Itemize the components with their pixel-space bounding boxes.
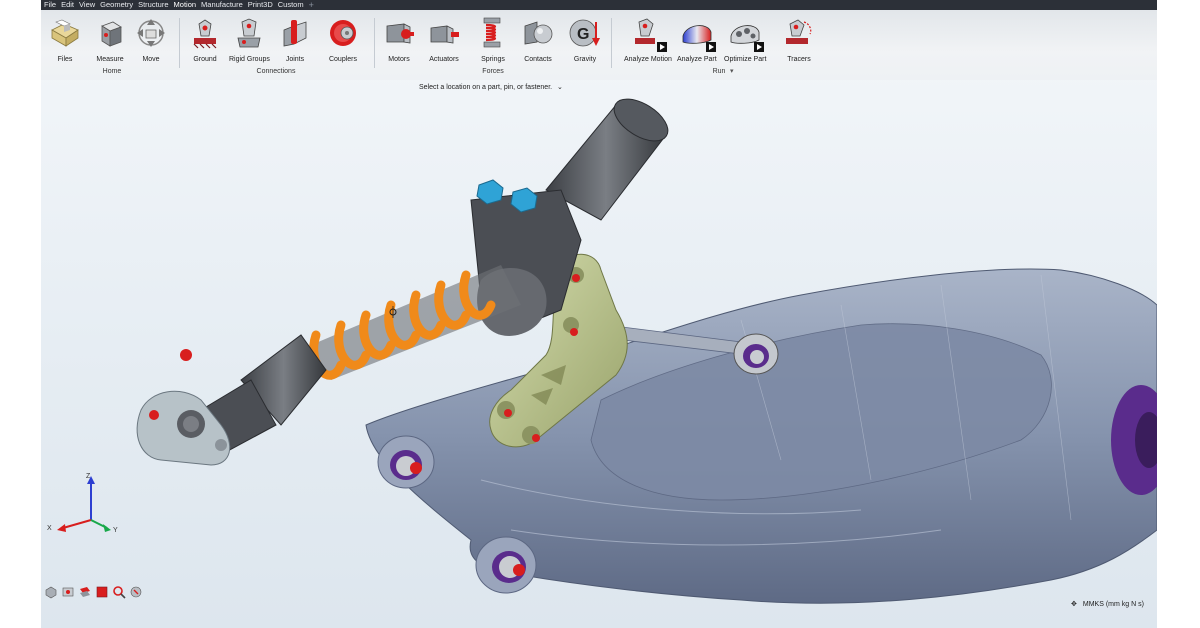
add-tab-icon[interactable]: + (309, 0, 314, 10)
ribbon-group-connections: Ground Rigid Groups Joints Couplers Conn… (181, 10, 373, 80)
rigid-groups-button[interactable]: Rigid Groups (229, 14, 270, 63)
home-group-label: Home (102, 68, 122, 75)
actuators-button[interactable]: Actuators (426, 14, 462, 63)
triad-z-label: Z (86, 473, 91, 480)
ribbon-group-run: Analyze Motion Analyze Part Optimize Par… (613, 10, 813, 80)
gravity-label: Gravity (573, 56, 597, 63)
actuators-label: Actuators (429, 56, 459, 63)
ground-label: Ground (193, 56, 217, 63)
zoom-icon[interactable] (112, 585, 126, 599)
menu-geometry[interactable]: Geometry (100, 0, 133, 10)
couplers-label: Couplers (328, 56, 357, 63)
run-play-icon (656, 42, 667, 52)
triad-y-label: Y (113, 527, 118, 534)
springs-icon (475, 14, 511, 52)
analyze-motion-button[interactable]: Analyze Motion (624, 14, 672, 63)
optimize-part-button[interactable]: Optimize Part (724, 14, 766, 63)
menu-print3d[interactable]: Print3D (248, 0, 273, 10)
files-icon (47, 14, 83, 52)
rigid-groups-label: Rigid Groups (229, 56, 270, 63)
svg-text:G: G (577, 26, 589, 43)
units-icon: ✥ (1071, 601, 1077, 608)
optimize-part-label: Optimize Part (724, 56, 767, 63)
analyze-motion-icon (630, 14, 667, 52)
move-button[interactable]: Move (133, 14, 169, 63)
forces-group-label: Forces (482, 68, 504, 75)
gravity-icon: G (567, 14, 603, 52)
menu-manufacture[interactable]: Manufacture (201, 0, 243, 10)
application-window: File Edit View Geometry Structure Motion… (41, 0, 1157, 628)
ground-icon (187, 14, 223, 52)
menu-bar: File Edit View Geometry Structure Motion… (41, 0, 1157, 11)
view-cube-icon[interactable] (44, 585, 58, 599)
move-icon (133, 14, 169, 52)
menu-custom[interactable]: Custom (278, 0, 304, 10)
run-group-label: Run (712, 68, 726, 75)
zoom-fit-icon[interactable] (61, 585, 75, 599)
move-label: Move (142, 56, 160, 63)
springs-button[interactable]: Springs (475, 14, 511, 63)
joints-icon (277, 14, 313, 52)
triad-x-label: X (47, 525, 52, 532)
menu-edit[interactable]: Edit (61, 0, 74, 10)
rigid-groups-icon (231, 14, 267, 52)
tracers-icon (781, 14, 817, 52)
contacts-button[interactable]: Contacts (520, 14, 556, 63)
connections-group-label: Connections (256, 68, 296, 75)
analyze-motion-label: Analyze Motion (624, 56, 672, 63)
couplers-icon (325, 14, 361, 52)
ribbon-separator (611, 18, 612, 68)
tracers-label: Tracers (787, 56, 811, 63)
motors-button[interactable]: Motors (381, 14, 417, 63)
ground-button[interactable]: Ground (187, 14, 223, 63)
run-expand-icon[interactable]: ▾ (730, 67, 734, 75)
menu-structure[interactable]: Structure (138, 0, 168, 10)
measure-icon (92, 14, 128, 52)
run-play-icon (705, 42, 716, 52)
units-label: MMKS (mm kg N s) (1082, 600, 1144, 608)
motors-label: Motors (388, 56, 410, 63)
front-pivot-lower[interactable] (475, 536, 537, 594)
files-button[interactable]: Files (47, 14, 83, 63)
analyze-part-label: Analyze Part (677, 56, 717, 63)
optimize-part-icon (727, 14, 765, 52)
joints-button[interactable]: Joints (277, 14, 313, 63)
joints-label: Joints (285, 56, 305, 63)
ribbon-group-home: Files Measure Move Home (41, 10, 179, 80)
front-pivot-upper[interactable] (377, 435, 435, 489)
ribbon-separator (179, 18, 180, 68)
menu-file[interactable]: File (44, 0, 56, 10)
run-play-icon (754, 42, 765, 52)
render-settings-icon[interactable] (129, 585, 143, 599)
ribbon-separator (374, 18, 375, 68)
ribbon-toolbar: Files Measure Move Home Ground Rigid Gro… (41, 10, 1157, 80)
actuators-icon (426, 14, 462, 52)
analyze-part-button[interactable]: Analyze Part (677, 14, 717, 63)
measure-button[interactable]: Measure (92, 14, 128, 63)
menu-view[interactable]: View (79, 0, 95, 10)
analyze-part-icon (679, 14, 716, 52)
springs-label: Springs (481, 56, 505, 63)
gravity-button[interactable]: G Gravity (567, 14, 603, 63)
menu-motion[interactable]: Motion (173, 0, 197, 11)
ribbon-group-forces: Motors Actuators Springs Contacts G Grav… (376, 10, 609, 80)
tracers-button[interactable]: Tracers (781, 14, 817, 63)
contacts-label: Contacts (524, 56, 552, 63)
axis-triad: Z X Y (47, 473, 118, 534)
section-icon[interactable] (78, 585, 92, 599)
couplers-button[interactable]: Couplers (325, 14, 361, 63)
motors-icon (381, 14, 417, 52)
files-label: Files (57, 56, 73, 63)
contacts-icon (520, 14, 556, 52)
model-viewport[interactable]: Z X Y (41, 80, 1157, 628)
measure-label: Measure (96, 56, 124, 63)
display-mode-icon[interactable] (95, 585, 109, 599)
view-tools-bar (44, 585, 143, 599)
units-selector[interactable]: ✥ MMKS (mm kg N s) (1071, 600, 1144, 609)
